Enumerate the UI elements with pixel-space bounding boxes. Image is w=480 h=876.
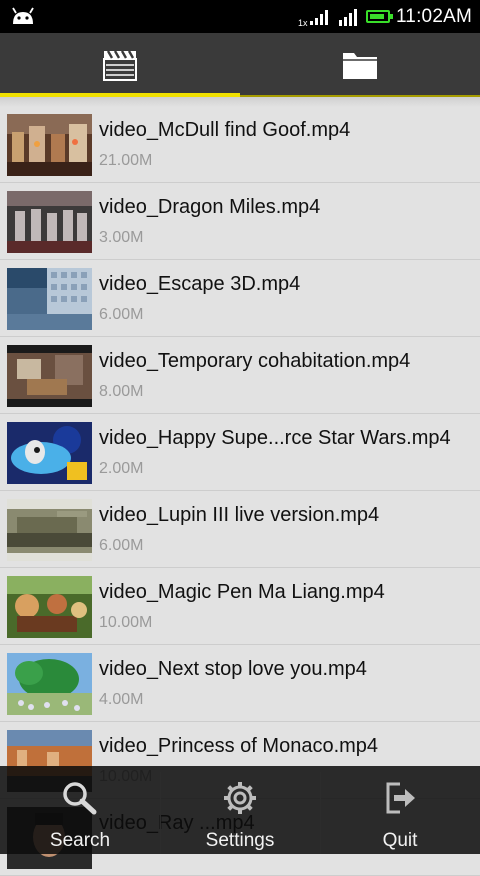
video-thumbnail [7,345,92,407]
video-thumbnail [7,114,92,176]
video-list-item[interactable]: video_McDull find Goof.mp4 21.00M [0,106,480,183]
video-title: video_Princess of Monaco.mp4 [99,735,379,757]
video-thumbnail [7,653,92,715]
status-bar: 1x 11:02AM [0,0,480,33]
video-title: video_Dragon Miles.mp4 [99,196,321,218]
video-list[interactable]: video_McDull find Goof.mp4 21.00M video_Dr… [0,106,480,876]
signal-1x-icon: 1x [298,6,332,28]
video-size: 6.00M [99,537,144,554]
signal-bars-icon [338,8,357,26]
video-title: video_Escape 3D.mp4 [99,273,301,295]
video-list-item[interactable]: video_Escape 3D.mp4 6.00M [0,260,480,337]
exit-icon [386,782,415,814]
video-title: video_Lupin III live version.mp4 [99,504,380,526]
video-list-item[interactable]: video_Dragon Miles.mp4 3.00M [0,183,480,260]
battery-level [369,14,384,19]
video-list-item[interactable]: video_Temporary cohabitation.mp4 8.00M [0,337,480,414]
quit-label: Quit [382,830,418,851]
clock: 11:02AM [395,5,472,27]
video-thumbnail [7,576,92,638]
video-size: 10.00M [99,614,153,631]
settings-button[interactable]: Settings [160,766,320,854]
video-thumbnail [7,499,92,561]
video-list-item[interactable]: video_Magic Pen Ma Liang.mp4 10.00M [0,568,480,645]
quit-button[interactable]: Quit [320,766,480,854]
settings-label: Settings [205,830,275,851]
search-button[interactable]: Search [0,766,160,854]
video-list-item[interactable]: video_Next stop love you.mp4 4.00M [0,645,480,722]
video-title: video_Happy Supe...rce Star Wars.mp4 [99,427,451,449]
video-size: 4.00M [99,691,144,708]
video-size: 2.00M [99,460,144,477]
search-label: Search [49,830,111,851]
video-thumbnail [7,191,92,253]
clapperboard-icon [103,50,137,81]
video-title: video_Temporary cohabitation.mp4 [99,350,411,372]
video-size: 3.00M [99,229,144,246]
tab-bar [0,33,480,97]
video-title: video_Magic Pen Ma Liang.mp4 [99,581,385,603]
gear-icon [224,782,256,814]
folder-icon [343,53,377,79]
video-thumbnail [7,422,92,484]
video-size: 6.00M [99,306,144,323]
video-size: 8.00M [99,383,144,400]
battery-icon [365,10,393,23]
tab-videos[interactable] [0,33,240,97]
android-icon [12,7,34,24]
video-thumbnail [7,268,92,330]
video-list-item[interactable]: video_Lupin III live version.mp4 6.00M [0,491,480,568]
video-title: video_Next stop love you.mp4 [99,658,367,680]
video-list-item[interactable]: video_Happy Supe...rce Star Wars.mp4 2.00… [0,414,480,491]
search-icon [63,782,97,815]
video-size: 21.00M [99,152,153,169]
video-title: video_McDull find Goof.mp4 [99,119,351,141]
tab-folders[interactable] [240,33,480,97]
bottom-action-bar: Search Settings Quit [0,766,480,854]
